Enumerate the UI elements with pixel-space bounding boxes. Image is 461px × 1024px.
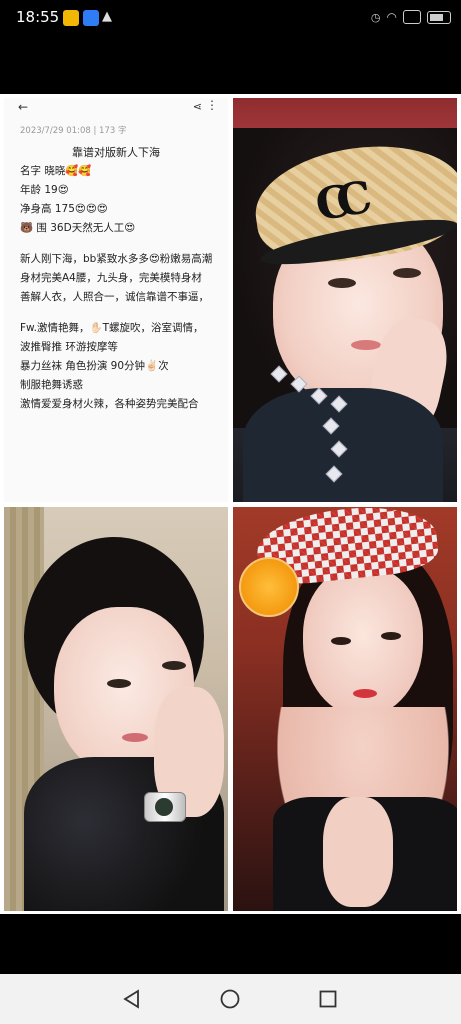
- note-meta: 2023/7/29 01:08 | 173 字: [20, 126, 127, 136]
- photo-wristwatch: [144, 792, 186, 822]
- alarm-icon: ◷: [370, 10, 381, 24]
- note-line: 名字 晓晓🥰🥰: [20, 165, 92, 177]
- photo-hand: [323, 797, 393, 907]
- photo-woman-in-cap: CC: [233, 98, 457, 502]
- note-line: 新人刚下海，bb紧致水多多😍粉嫩易高潮: [20, 253, 213, 265]
- photo-woman-with-orange: [233, 507, 457, 911]
- note-line: 身材完美A4腰，九头身，完美模特身材: [20, 272, 202, 284]
- note-line: 净身高 175😍😍😍: [20, 203, 108, 215]
- photo-eye: [107, 679, 131, 688]
- note-line: 暴力丝袜 角色扮演 90分钟✌🏻次: [20, 360, 169, 372]
- square-recents-icon[interactable]: [317, 988, 339, 1010]
- photo-lips: [122, 733, 148, 742]
- status-bar: 18:55 ▲ ◷ ◠: [0, 0, 461, 36]
- photo-eye: [328, 278, 356, 288]
- circle-home-icon[interactable]: [219, 988, 241, 1010]
- notification-app-icon: [83, 10, 99, 26]
- photo-eye: [162, 661, 186, 670]
- photo-eye: [331, 637, 351, 645]
- signal-icon: [403, 10, 421, 24]
- note-body: 名字 晓晓🥰🥰 年龄 19😍 净身高 175😍😍😍 🐻 围 36D天然无人工😍 …: [20, 162, 220, 414]
- wifi-icon: ◠: [386, 10, 397, 24]
- note-line: Fw.激情艳舞，✋🏻T螺旋吹，浴室调情，: [20, 322, 204, 334]
- triangle-back-icon[interactable]: [121, 988, 143, 1010]
- note-line: 激情爱爱身材火辣，各种姿势完美配合: [20, 398, 199, 410]
- note-line: 波推臀推 环游按摩等: [20, 341, 118, 353]
- note-title: 靠谱对版新人下海: [72, 146, 160, 159]
- status-icons: ◷ ◠: [371, 10, 451, 24]
- notification-upload-icon: ▲: [102, 9, 112, 24]
- more-vertical-icon: ⋮: [206, 98, 218, 112]
- note-line: 年龄 19😍: [20, 184, 69, 196]
- top-letterbox: [0, 36, 461, 94]
- note-line: 🐻 围 36D天然无人工😍: [20, 222, 136, 234]
- bottom-letterbox: [0, 914, 461, 974]
- watch-face: [155, 798, 173, 816]
- share-icon: ⋖: [192, 100, 202, 113]
- image-collage[interactable]: ← ⋖ ⋮ 2023/7/29 01:08 | 173 字 靠谱对版新人下海 名…: [0, 94, 461, 914]
- photo-lips: [353, 689, 377, 698]
- note-line-spacer: [20, 307, 220, 319]
- photo-woman-with-watch: [4, 507, 228, 911]
- photo-eye: [393, 268, 421, 278]
- navigation-bar: [0, 974, 461, 1024]
- note-screenshot-panel: ← ⋖ ⋮ 2023/7/29 01:08 | 173 字 靠谱对版新人下海 名…: [4, 98, 228, 502]
- note-line-spacer: [20, 238, 220, 250]
- note-line: 善解人衣，人照合一，诚信靠谱不事逼，: [20, 291, 209, 303]
- notification-app-icon: [63, 10, 79, 26]
- back-arrow-icon: ←: [18, 100, 29, 114]
- status-time: 18:55: [16, 8, 60, 26]
- note-line: 制服艳舞诱惑: [20, 379, 83, 391]
- photo-eye: [381, 632, 401, 640]
- note-toolbar: ← ⋖ ⋮: [4, 98, 228, 118]
- photo-lips: [351, 340, 381, 350]
- photo-orange-slice: [239, 557, 299, 617]
- battery-icon: [427, 10, 451, 24]
